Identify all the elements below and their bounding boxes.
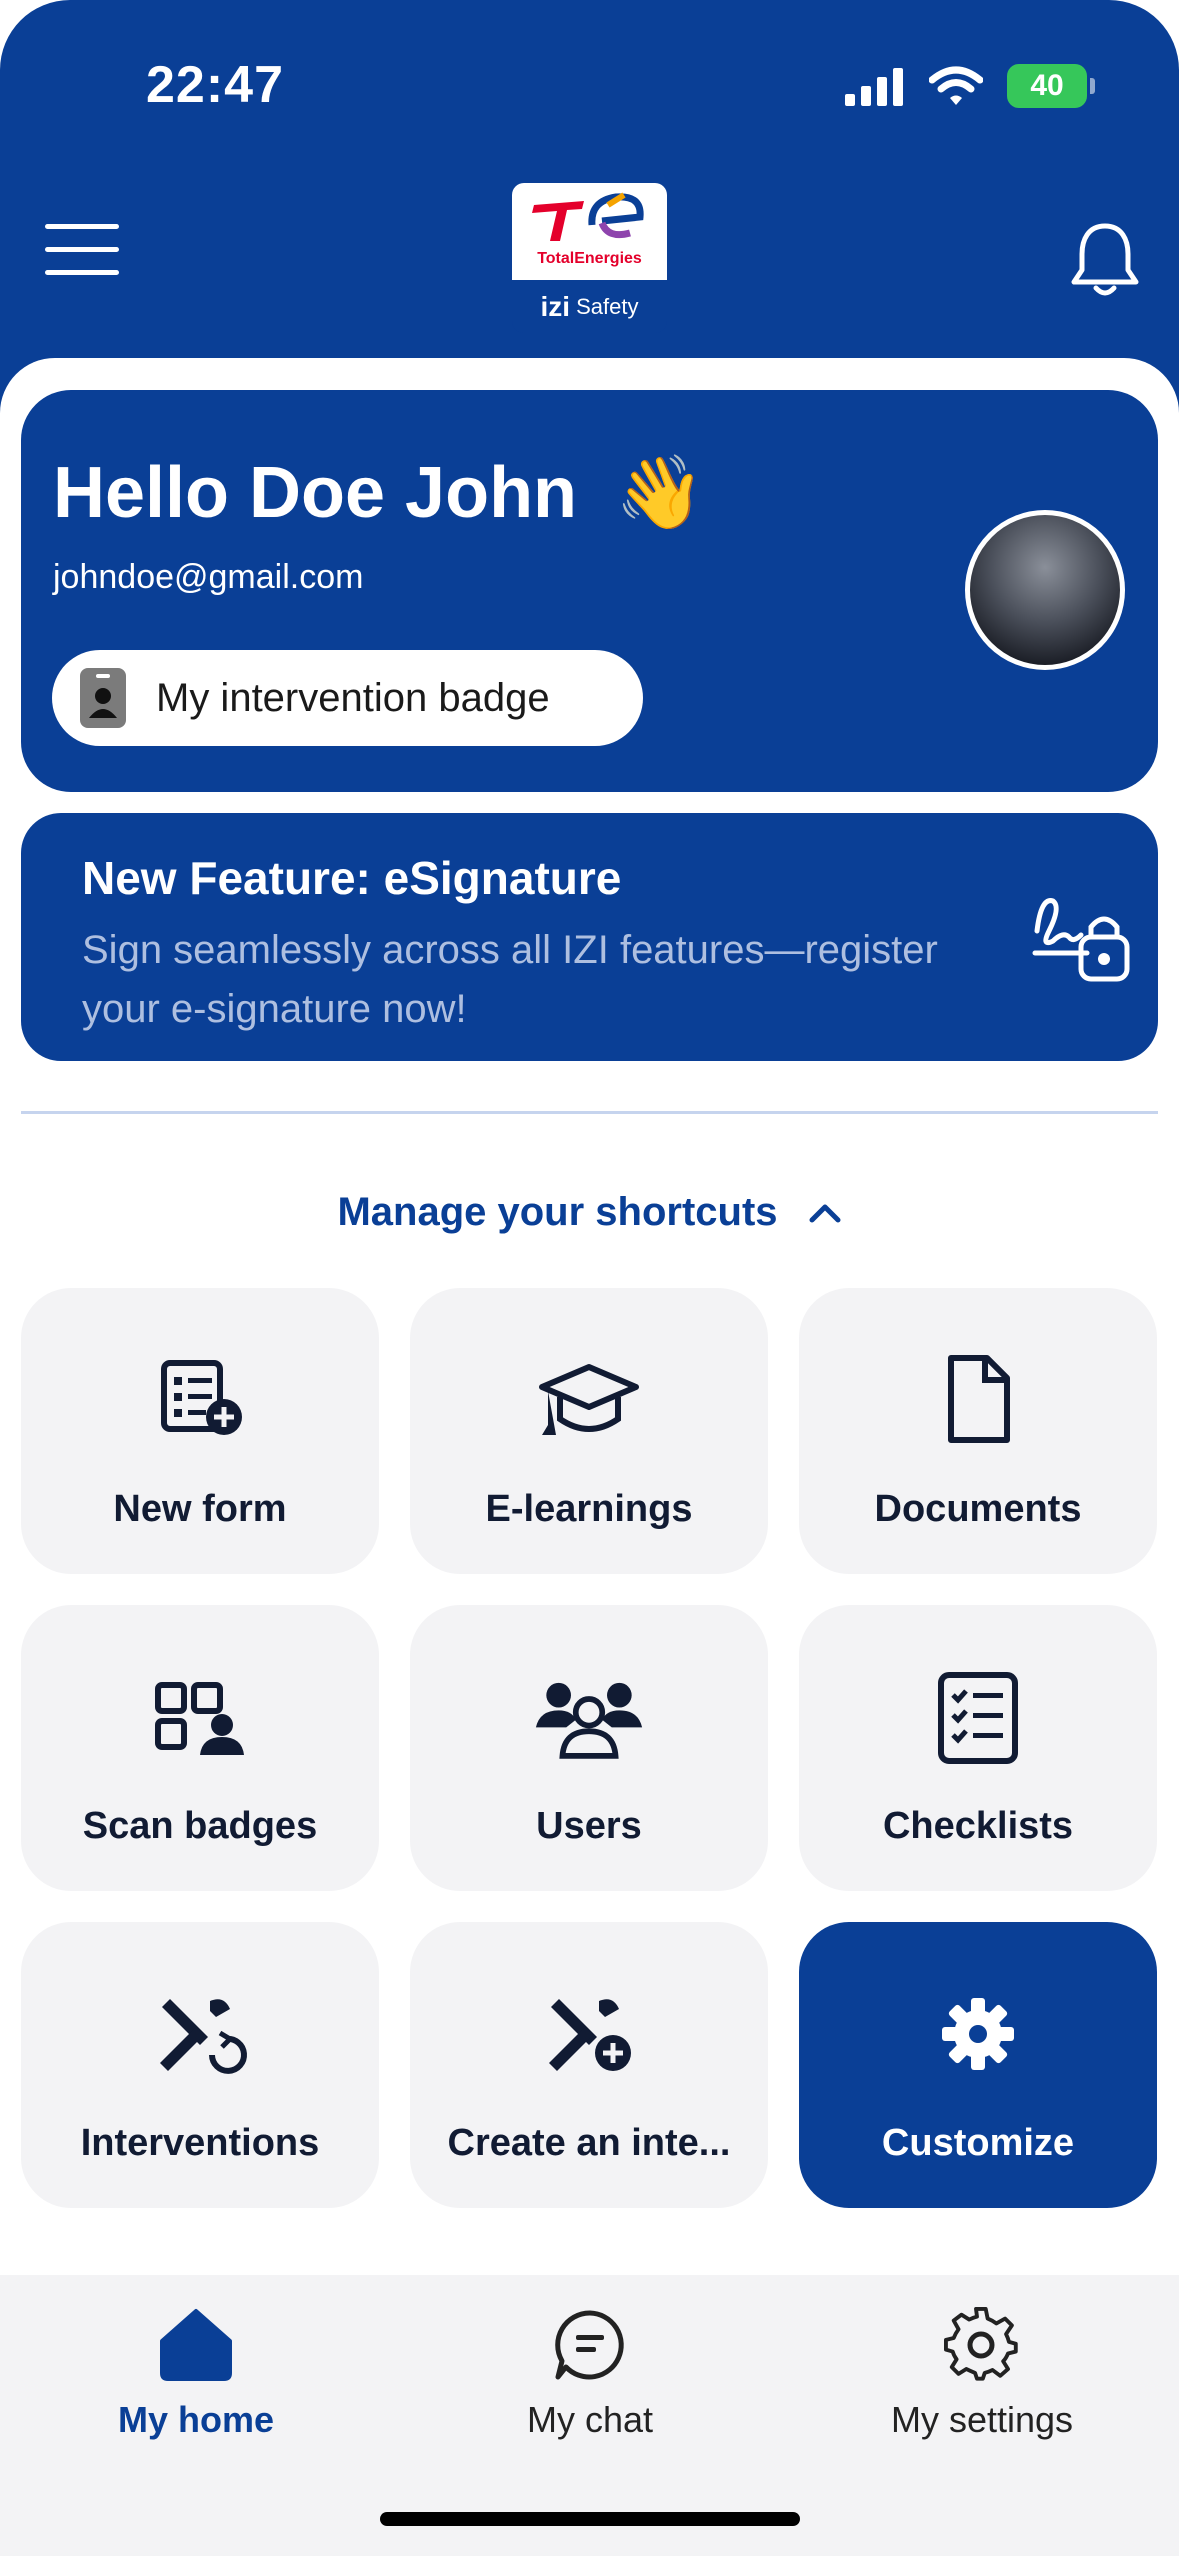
greeting-title: Hello Doe John 👋 bbox=[53, 450, 705, 535]
tile-label: Interventions bbox=[80, 2122, 320, 2164]
home-icon bbox=[160, 2309, 232, 2381]
chat-icon bbox=[555, 2310, 624, 2380]
totalenergies-logo-icon bbox=[532, 192, 644, 241]
shortcut-users[interactable]: Users bbox=[410, 1605, 768, 1891]
tile-label: Customize bbox=[881, 2122, 1075, 2164]
greeting-name: Hello Doe John bbox=[53, 453, 578, 533]
checklist-icon bbox=[938, 1672, 1018, 1764]
tile-label: Create an inte... bbox=[447, 2122, 731, 2164]
tile-label: Documents bbox=[874, 1488, 1082, 1530]
id-badge-icon bbox=[80, 668, 126, 728]
status-icons: 40 bbox=[845, 60, 1095, 112]
shortcut-e-learnings[interactable]: E-learnings bbox=[410, 1288, 768, 1574]
signature-lock-icon bbox=[1032, 898, 1130, 982]
wifi-icon bbox=[929, 66, 983, 105]
nav-my-home[interactable]: My home bbox=[46, 2303, 346, 2453]
nav-label: My chat bbox=[526, 2399, 654, 2440]
battery-indicator: 40 bbox=[1007, 64, 1095, 108]
tools-refresh-icon bbox=[160, 1999, 247, 2074]
logo-app-prefix: izi bbox=[540, 290, 571, 322]
shortcut-create-intervention[interactable]: Create an inte... bbox=[410, 1922, 768, 2208]
qr-user-icon bbox=[155, 1682, 244, 1755]
document-icon bbox=[948, 1355, 1010, 1443]
nav-my-chat[interactable]: My chat bbox=[440, 2303, 740, 2453]
shortcut-new-form[interactable]: New form bbox=[21, 1288, 379, 1574]
section-divider bbox=[21, 1111, 1158, 1114]
app-logo: TotalEnergies izi Safety bbox=[512, 183, 667, 333]
menu-button[interactable] bbox=[45, 222, 119, 278]
tile-label: E-learnings bbox=[485, 1488, 693, 1530]
chevron-up-icon bbox=[809, 1204, 841, 1222]
avatar[interactable] bbox=[965, 510, 1125, 670]
graduation-cap-icon bbox=[539, 1364, 639, 1435]
home-indicator[interactable] bbox=[380, 2512, 800, 2526]
nav-label: My settings bbox=[890, 2399, 1074, 2440]
nav-label: My home bbox=[117, 2399, 275, 2440]
logo-app-suffix: Safety bbox=[576, 293, 639, 319]
new-form-icon bbox=[161, 1360, 242, 1435]
shortcut-interventions[interactable]: Interventions bbox=[21, 1922, 379, 2208]
signal-icon bbox=[845, 68, 903, 106]
esignature-feature-card[interactable]: New Feature: eSignature Sign seamlessly … bbox=[21, 813, 1158, 1061]
status-time: 22:47 bbox=[146, 56, 284, 114]
waving-hand-icon: 👋 bbox=[615, 453, 705, 533]
hamburger-icon bbox=[45, 224, 119, 275]
tile-label: Scan badges bbox=[82, 1805, 318, 1847]
users-icon bbox=[535, 1682, 643, 1759]
settings-icon bbox=[944, 2307, 1018, 2381]
tools-add-icon bbox=[549, 1999, 631, 2071]
tile-label: New form bbox=[113, 1488, 287, 1530]
battery-level: 40 bbox=[1030, 69, 1064, 102]
shortcut-checklists[interactable]: Checklists bbox=[799, 1605, 1157, 1891]
nav-my-settings[interactable]: My settings bbox=[832, 2303, 1132, 2453]
intervention-badge-button[interactable]: My intervention badge bbox=[52, 650, 643, 746]
bell-icon bbox=[1071, 223, 1139, 296]
greeting-card: Hello Doe John 👋 johndoe@gmail.com My in… bbox=[21, 390, 1158, 792]
feature-title: New Feature: eSignature bbox=[82, 852, 622, 904]
logo-brand-text: TotalEnergies bbox=[537, 250, 642, 267]
tile-label: Checklists bbox=[882, 1805, 1074, 1847]
shortcut-documents[interactable]: Documents bbox=[799, 1288, 1157, 1574]
gear-icon bbox=[942, 1998, 1014, 2070]
badge-button-label: My intervention badge bbox=[156, 675, 550, 720]
shortcut-customize[interactable]: Customize bbox=[799, 1922, 1157, 2208]
user-email: johndoe@gmail.com bbox=[53, 558, 364, 596]
tile-label: Users bbox=[536, 1805, 642, 1847]
manage-shortcuts-label: Manage your shortcuts bbox=[337, 1190, 778, 1234]
shortcut-scan-badges[interactable]: Scan badges bbox=[21, 1605, 379, 1891]
manage-shortcuts-toggle[interactable]: Manage your shortcuts bbox=[0, 1190, 1179, 1235]
feature-description: Sign seamlessly across all IZI features—… bbox=[82, 928, 938, 1031]
notifications-button[interactable] bbox=[1068, 220, 1142, 300]
